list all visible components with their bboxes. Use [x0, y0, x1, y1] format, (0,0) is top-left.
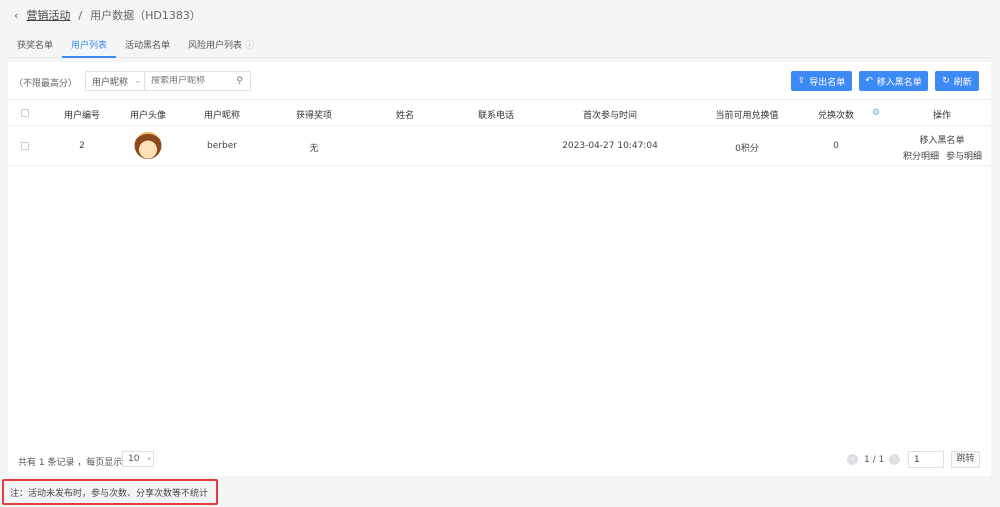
col-actions: 操作	[932, 111, 952, 121]
breadcrumb-parent[interactable]: 营销活动	[26, 7, 70, 23]
gear-icon[interactable]: ⚙	[872, 108, 880, 118]
balance: 0积分	[735, 144, 759, 154]
refresh-icon: ↻	[942, 76, 950, 86]
undo-icon: ↶	[865, 76, 873, 86]
chevron-down-icon: ⌄	[134, 76, 142, 86]
chevron-left-icon[interactable]: ‹	[14, 9, 18, 22]
col-first-time: 首次参与时间	[582, 111, 638, 121]
tab-risk-users[interactable]: 风险用户列表 ⓘ	[179, 40, 263, 58]
table-header: 用户编号 用户头像 用户昵称 获得奖项 姓名 联系电话 首次参与时间 当前可用兑…	[8, 99, 991, 126]
search-icon[interactable]: ⚲	[236, 76, 243, 86]
refresh-button[interactable]: ↻ 刷新	[935, 71, 979, 91]
upload-icon: ⇪	[797, 76, 806, 86]
tab-blacklist[interactable]: 活动黑名单	[116, 40, 179, 58]
participation-detail-link[interactable]: 参与明细	[946, 149, 982, 162]
tab-bar: 获奖名单 用户列表 活动黑名单 风险用户列表 ⓘ	[8, 40, 991, 58]
breadcrumb-separator: /	[78, 8, 83, 22]
prize: 无	[309, 144, 319, 154]
first-time: 2023-04-27 10:47:04	[562, 141, 658, 151]
page-info: 1 / 1	[864, 455, 885, 465]
move-to-blacklist-button[interactable]: ↶ 移入黑名单	[859, 71, 928, 91]
col-name: 姓名	[395, 111, 415, 121]
col-phone: 联系电话	[477, 111, 515, 121]
page-size-select[interactable]: 10 ▾	[122, 451, 154, 467]
col-nickname: 用户昵称	[203, 111, 241, 121]
col-avatar: 用户头像	[129, 111, 167, 121]
next-page-icon[interactable]: ›	[889, 454, 900, 465]
export-button[interactable]: ⇪ 导出名单	[791, 71, 852, 91]
nickname: berber	[207, 141, 237, 151]
page-size-value: 10	[128, 454, 140, 464]
blacklist-label: 移入黑名单	[876, 77, 922, 88]
col-balance: 当前可用兑换值	[715, 111, 779, 121]
col-user-id: 用户编号	[63, 111, 101, 121]
search-field-value: 用户昵称	[92, 77, 129, 88]
filter-label: （不限最高分）	[14, 79, 78, 89]
select-all-checkbox[interactable]	[21, 109, 29, 117]
move-to-blacklist-link[interactable]: 移入黑名单	[919, 133, 964, 146]
chevron-down-icon: ▾	[147, 455, 151, 463]
page-title: 用户数据（HD1383）	[90, 9, 201, 22]
col-prize: 获得奖项	[295, 111, 333, 121]
breadcrumb: ‹ 营销活动 / 用户数据（HD1383）	[14, 7, 201, 23]
tab-user-list[interactable]: 用户列表	[62, 40, 117, 58]
search-field-select[interactable]: 用户昵称 ⌄	[86, 72, 145, 90]
tab-label: 风险用户列表	[188, 41, 243, 51]
record-summary: 共有 1 条记录 ，每页显示	[18, 458, 123, 468]
exchanges: 0	[833, 141, 839, 151]
table-row: 2 berber 无 2023-04-27 10:47:04 0积分 0 移入黑…	[8, 126, 991, 166]
question-circle-icon[interactable]: ⓘ	[245, 41, 254, 51]
refresh-label: 刷新	[953, 77, 972, 88]
search-box: 用户昵称 ⌄ ⚲	[85, 71, 251, 91]
export-label: 导出名单	[809, 77, 846, 88]
avatar	[134, 132, 162, 159]
row-checkbox[interactable]	[21, 142, 29, 150]
points-detail-link[interactable]: 积分明细	[903, 149, 939, 162]
col-exchanges: 兑换次数	[817, 111, 855, 121]
jump-button[interactable]: 跳转	[951, 451, 980, 468]
search-input[interactable]	[145, 76, 237, 86]
note-box: 注：活动未发布时，参与次数、分享次数等不统计	[2, 479, 218, 505]
user-id: 2	[79, 141, 85, 151]
tab-winners[interactable]: 获奖名单	[8, 40, 62, 58]
prev-page-icon[interactable]: ‹	[847, 454, 858, 465]
jump-page-input[interactable]: 1	[908, 451, 944, 468]
